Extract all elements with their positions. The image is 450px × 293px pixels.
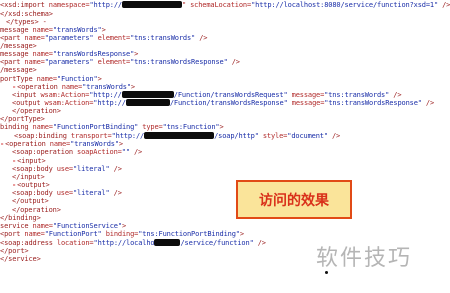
redaction-mark — [121, 91, 174, 98]
xml-tag: <xsd:import — [0, 1, 49, 9]
xml-attr-name: message= — [287, 99, 325, 107]
watermark: 软件技巧 — [316, 246, 413, 271]
xml-attr-value: "document" — [287, 132, 328, 140]
xml-attr-value: "http://localhost:8080/service/function?… — [251, 1, 439, 9]
xml-attr-value: "parameters" — [44, 34, 94, 42]
redaction-mark — [125, 99, 170, 106]
stray-dot — [325, 271, 328, 274]
xml-attr-value: /Function/transWordsResponse" — [169, 99, 288, 107]
xml-line: <xsd:import namespace="http:// " schemaLo… — [0, 0, 450, 10]
xml-attr-value: "tns:transWordsResponse" — [130, 58, 228, 66]
xml-attr-value: "parameters" — [44, 58, 94, 66]
xml-tag: /> — [227, 58, 240, 66]
annotation-label: 访问的效果 — [259, 192, 329, 209]
xml-tag: /> — [109, 165, 122, 173]
xml-attr-name: name= — [32, 123, 53, 131]
xml-tag: /> — [109, 189, 122, 197]
xml-attr-value: "http:// — [93, 99, 126, 107]
xml-attr-value: "tns:transWordsResponse" — [324, 99, 422, 107]
xml-attr-name: element= — [93, 58, 131, 66]
redaction-mark — [121, 1, 182, 8]
xml-tag: /> — [253, 239, 266, 247]
xml-attr-value: "FunctionPort" — [44, 230, 102, 238]
xml-tag: </service> — [0, 255, 41, 263]
xml-attr-value: /soap/http" — [214, 132, 259, 140]
redaction-mark — [154, 239, 181, 246]
collapse-toggle-icon[interactable]: - — [0, 140, 4, 148]
xml-tag: /> — [327, 132, 341, 140]
xml-tag: </output> — [12, 197, 49, 205]
xml-tag: /> — [421, 99, 435, 107]
xml-attr-name: use= — [56, 165, 73, 173]
xml-attr-value: "literal" — [72, 165, 110, 173]
xml-attr-name: binding= — [101, 230, 139, 238]
xml-attr-name: element= — [93, 34, 131, 42]
xml-attr-name: soapAction= — [77, 148, 122, 156]
xml-attr-value: "literal" — [72, 189, 110, 197]
xml-attr-name: namespace= — [48, 1, 90, 9]
xml-attr-name: name= — [24, 230, 45, 238]
xml-tag: > — [219, 123, 224, 131]
xml-attr-name: style= — [258, 132, 288, 140]
xml-tag: <port — [0, 230, 25, 238]
xml-tag: <soap:operation — [12, 148, 78, 156]
xml-attr-name: location= — [56, 239, 94, 247]
xml-line: <output wsam:Action="http:///Function/tr… — [12, 98, 434, 108]
xml-attr-value: "FunctionPortBinding" — [52, 123, 139, 131]
xml-attr-value: "" — [121, 148, 130, 156]
xml-tag: binding — [0, 123, 33, 131]
xml-tag: /> — [129, 148, 143, 156]
xml-attr-value: "tns:FunctionPortBinding" — [138, 230, 240, 238]
xml-attr-value: "tns:transWords" — [130, 34, 196, 42]
xml-tag: /> — [438, 1, 450, 9]
xml-line: <soap:address location="http://localho/s… — [0, 238, 266, 248]
redaction-mark — [144, 132, 215, 139]
xml-attr-name: type= — [138, 123, 163, 131]
xml-attr-name: use= — [56, 189, 73, 197]
xml-attr-name: " schemaLocation= — [181, 1, 252, 9]
xml-tag: > — [239, 230, 244, 238]
xml-attr-value: "http:// — [89, 1, 122, 9]
xml-line: </service> — [0, 254, 41, 264]
xml-attr-value: "http://localho — [93, 239, 155, 247]
xml-tag: /> — [195, 34, 208, 42]
xml-tag: /message> — [0, 66, 37, 74]
xml-attr-value: /service/function" — [180, 239, 254, 247]
annotation-callout: 访问的效果 — [236, 180, 352, 219]
xml-attr-value: "tns:Function" — [162, 123, 220, 131]
